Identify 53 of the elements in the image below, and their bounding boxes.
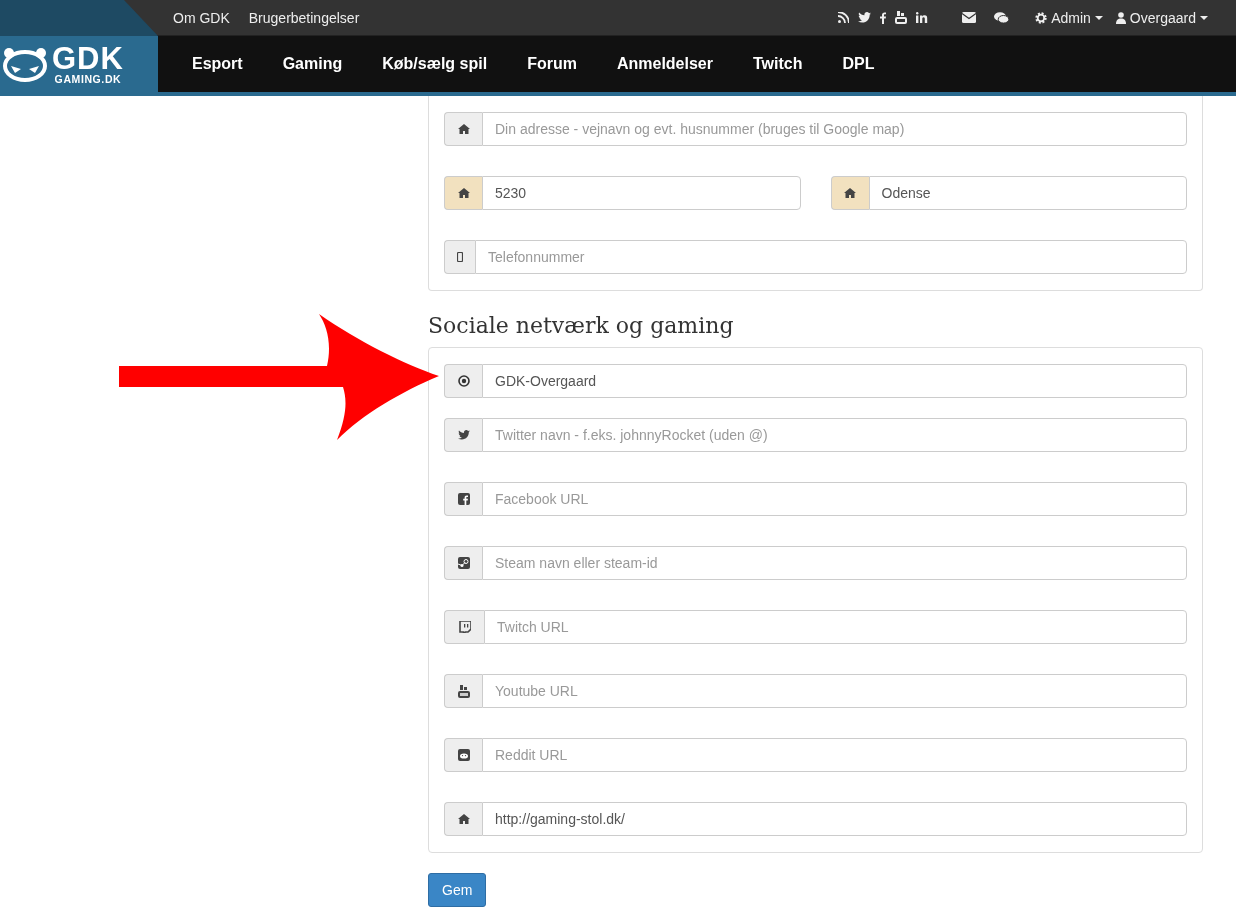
input-field[interactable]: Twitch URL (484, 610, 1187, 644)
logo-title: GDK (52, 43, 124, 75)
input-field[interactable]: GDK-Overgaard (482, 364, 1187, 398)
nav-link[interactable]: Gaming (282, 55, 343, 73)
nav-link[interactable]: Forum (527, 55, 577, 73)
mascot-icon (2, 46, 48, 82)
home-icon (457, 188, 470, 198)
target-icon (457, 375, 470, 387)
linkedin-icon[interactable] (916, 12, 929, 23)
nav-link[interactable]: DPL (842, 55, 875, 73)
home-icon (457, 124, 470, 134)
top-link[interactable]: Om GDK (173, 9, 230, 26)
input-field[interactable]: Odense (868, 176, 1187, 210)
user-icon (1115, 11, 1126, 24)
dropdown-menu[interactable]: Overgaard (1115, 9, 1208, 26)
section-heading: Sociale netværk og gaming (428, 313, 735, 338)
input-field[interactable]: Twitter navn - f.eks. johnnyRocket (uden @) (482, 418, 1187, 452)
steam-icon (457, 557, 470, 569)
top-link[interactable]: Brugerbetingelser (248, 9, 360, 26)
input-field[interactable]: http://gaming-stol.dk/ (482, 802, 1187, 836)
caret-icon (1094, 15, 1103, 20)
bird-icon (457, 430, 470, 440)
input-field[interactable]: Facebook URL (482, 482, 1187, 516)
facebook-icon (457, 493, 470, 505)
dropdown-menu[interactable]: Admin (1035, 9, 1103, 26)
youtube-icon (457, 684, 470, 698)
envelope-icon[interactable] (962, 12, 977, 23)
menu-label: Overgaard (1129, 9, 1196, 26)
input-field[interactable]: Telefonnummer (475, 240, 1187, 274)
home-icon (844, 188, 856, 198)
bird-icon[interactable] (858, 12, 872, 23)
nav-link[interactable]: Esport (192, 55, 243, 73)
home-icon (457, 814, 470, 824)
rss-icon[interactable] (838, 12, 850, 23)
menu-label: Admin (1051, 9, 1091, 26)
input-field[interactable]: Youtube URL (482, 674, 1187, 708)
gear-icon (1035, 11, 1048, 24)
logo-subtitle: GAMING.DK (54, 74, 122, 85)
speech-bubble-icon (458, 621, 471, 633)
nav-link[interactable]: Anmeldelser (616, 55, 713, 73)
youtube-icon[interactable] (895, 11, 908, 24)
input-field[interactable]: Din adresse - vejnavn og evt. husnummer (bruges til Google map) (482, 112, 1187, 146)
reddit-icon (457, 749, 470, 761)
input-field[interactable]: Steam navn eller steam-id (482, 546, 1187, 580)
caret-icon (1200, 15, 1208, 20)
chat-bubbles-icon[interactable] (994, 11, 1010, 24)
input-field[interactable]: Reddit URL (482, 738, 1187, 772)
nav-link[interactable]: Twitch (752, 55, 803, 73)
phone-icon (457, 252, 463, 262)
facebook-icon[interactable] (880, 11, 887, 24)
save-button[interactable]: Gem (428, 873, 487, 907)
input-field[interactable]: 5230 (482, 176, 801, 210)
nav-link[interactable]: Køb/sælg spil (382, 55, 488, 73)
